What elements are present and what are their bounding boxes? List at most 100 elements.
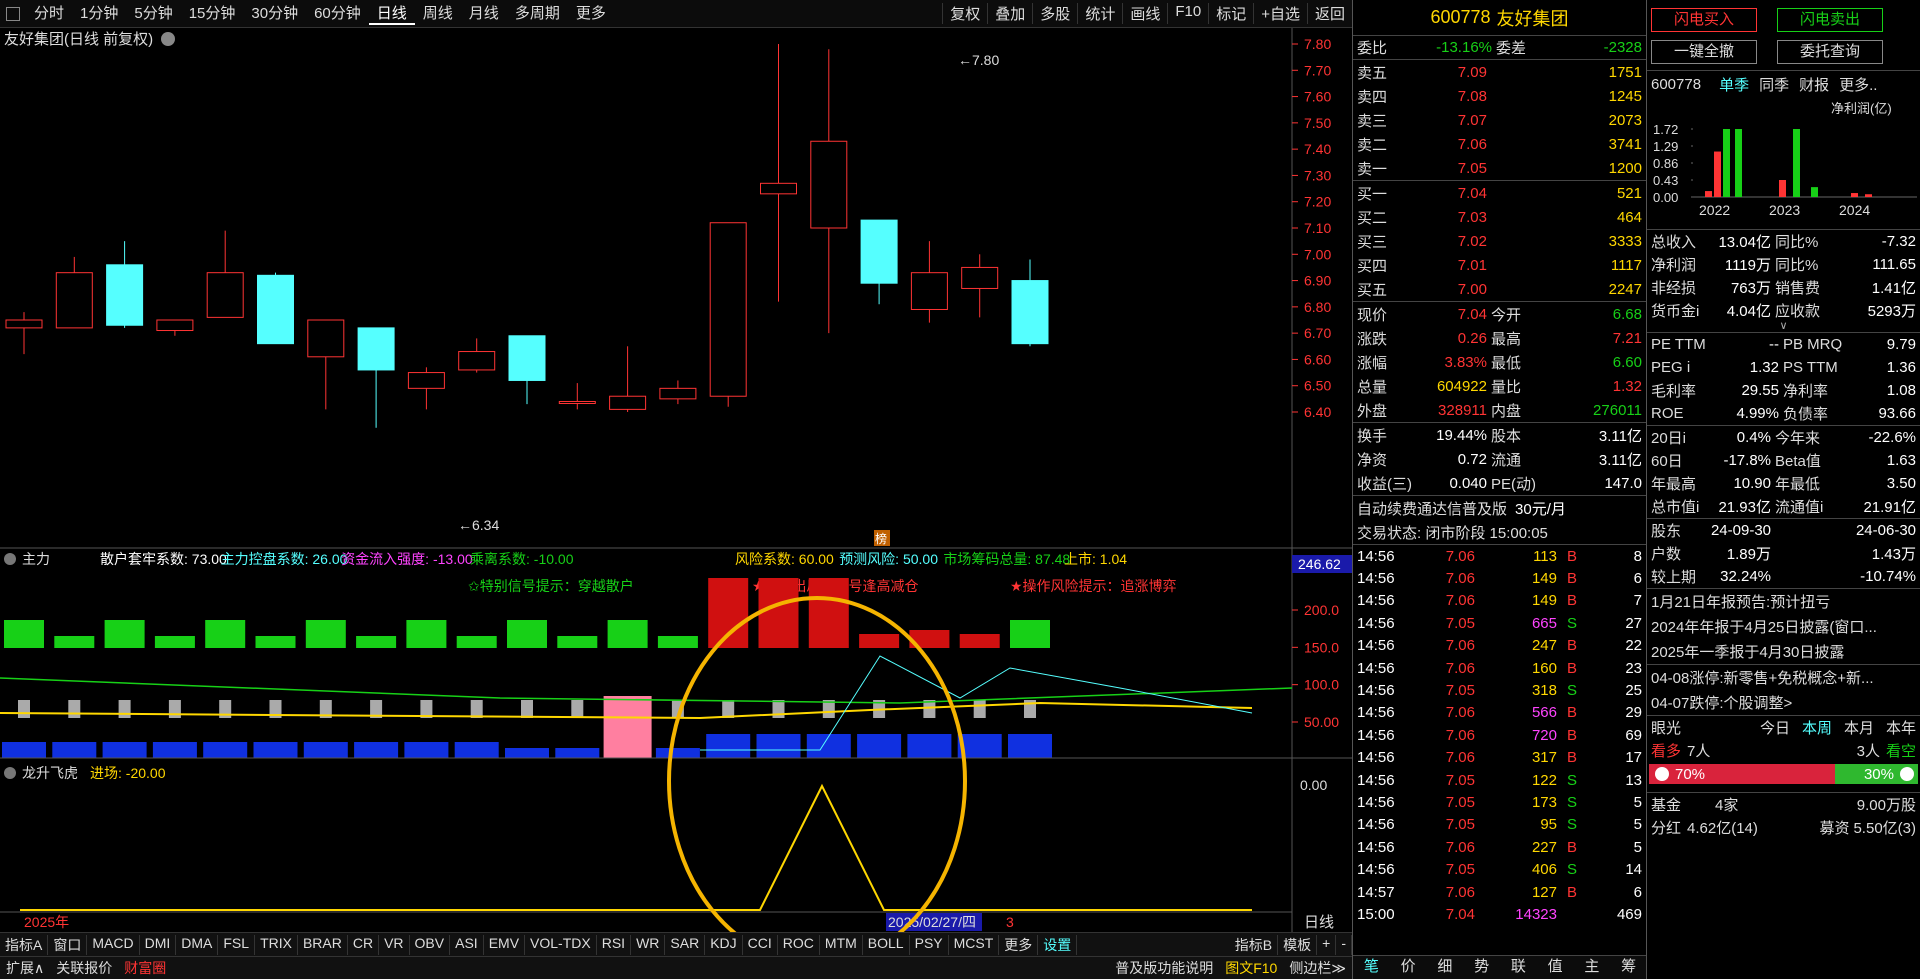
chart-area[interactable]: 友好集团(日线 前复权) 7.80 7.70 7.60 7.50 7.40 7.30 7.2… <box>0 28 1352 938</box>
ind1-menu-icon[interactable] <box>4 553 16 565</box>
news-item[interactable]: 2025年一季报于4月30日披露 <box>1647 639 1920 664</box>
indicator-tab-10[interactable]: OBV <box>410 934 451 955</box>
indicator-tab-0[interactable]: 指标A <box>0 934 49 955</box>
ext-tab-1[interactable]: 关联报价 <box>50 958 118 978</box>
indicator-tab-12[interactable]: EMV <box>484 934 526 955</box>
flash-buy-button[interactable]: 闪电买入 <box>1651 8 1757 32</box>
sentiment-bar[interactable]: 70% 30% <box>1647 762 1920 786</box>
indicator-tab-6[interactable]: TRIX <box>255 934 298 955</box>
quote-tab-6[interactable]: 主 <box>1574 956 1611 979</box>
quote-tab-4[interactable]: 联 <box>1500 956 1537 979</box>
indicator-tab-21[interactable]: BOLL <box>863 934 910 955</box>
promo-text[interactable]: 自动续费通达信普及版 <box>1357 498 1507 519</box>
tool-button-4[interactable]: 画线 <box>1122 3 1167 24</box>
ext-right-1[interactable]: 图文F10 <box>1219 958 1283 978</box>
indicator-tab-16[interactable]: SAR <box>665 934 706 955</box>
quote-tab-7[interactable]: 筹 <box>1610 956 1647 979</box>
tool-button-1[interactable]: 叠加 <box>987 3 1032 24</box>
period-tab-6[interactable]: 日线 <box>368 2 415 25</box>
tool-button-2[interactable]: 多股 <box>1032 3 1077 24</box>
period-tab-5[interactable]: 60分钟 <box>306 2 369 25</box>
tool-button-8[interactable]: 返回 <box>1306 3 1352 24</box>
indicator-tab-7[interactable]: BRAR <box>298 934 348 955</box>
indicator-tab-17[interactable]: KDJ <box>705 934 743 955</box>
quote-tab-0[interactable]: 笔 <box>1353 956 1390 979</box>
indicator-tab-22[interactable]: PSY <box>910 934 949 955</box>
indicator-right-1[interactable]: 模板 <box>1278 934 1318 955</box>
fin-tab-2[interactable]: 财报 <box>1799 74 1829 95</box>
tick-count: 5 <box>1633 838 1642 856</box>
fin-tab-1[interactable]: 同季 <box>1759 74 1789 95</box>
period-tab-7[interactable]: 周线 <box>415 2 461 25</box>
indicator-tab-24[interactable]: 更多 <box>999 934 1039 955</box>
news-item[interactable]: 2024年年报于4月25日披露(窗口... <box>1647 614 1920 639</box>
ext-tab-2[interactable]: 财富圈 <box>118 958 172 978</box>
news-list[interactable]: 1月21日年报预告:预计扭亏 2024年年报于4月25日披露(窗口... 2025年… <box>1647 589 1920 664</box>
eye-tab-2[interactable]: 本月 <box>1844 717 1874 738</box>
tool-button-5[interactable]: F10 <box>1167 3 1208 24</box>
news-item[interactable]: 1月21日年报预告:预计扭亏 <box>1647 589 1920 614</box>
ext-right-2[interactable]: 侧边栏≫ <box>1283 958 1352 978</box>
indicator-tab-23[interactable]: MCST <box>949 934 1000 955</box>
eye-tab-1[interactable]: 本周 <box>1802 717 1832 738</box>
indicator-tab-4[interactable]: DMA <box>176 934 219 955</box>
promo-price[interactable]: 30元/月 <box>1515 498 1566 519</box>
indicator-tab-20[interactable]: MTM <box>820 934 863 955</box>
tick-direction: B <box>1566 726 1577 744</box>
period-tab-4[interactable]: 30分钟 <box>243 2 306 25</box>
indicator-tab-9[interactable]: VR <box>379 934 410 955</box>
indicator-right-2[interactable]: + <box>1317 934 1337 955</box>
period-tab-9[interactable]: 多周期 <box>507 2 568 25</box>
indicator-tab-15[interactable]: WR <box>631 934 666 955</box>
flash-sell-button[interactable]: 闪电卖出 <box>1777 8 1883 32</box>
indicator-tab-5[interactable]: FSL <box>218 934 256 955</box>
fin-tab-0[interactable]: 单季 <box>1719 74 1749 95</box>
ind1-green-bar <box>255 636 296 648</box>
tool-button-7[interactable]: +自选 <box>1253 3 1307 24</box>
indicator-tab-8[interactable]: CR <box>348 934 380 955</box>
cancel-all-button[interactable]: 一键全撤 <box>1651 40 1757 64</box>
indicator-tab-1[interactable]: 窗口 <box>48 934 88 955</box>
eye-tab-0[interactable]: 今日 <box>1760 717 1790 738</box>
news2-item[interactable]: 04-08涨停:新零售+免税概念+新... <box>1647 665 1920 690</box>
indicator-tab-3[interactable]: DMI <box>140 934 177 955</box>
indicator-tab-13[interactable]: VOL-TDX <box>525 934 597 955</box>
ext-right-0[interactable]: 普及版功能说明 <box>1109 958 1219 978</box>
indicator-tab-18[interactable]: CCI <box>743 934 778 955</box>
quote-tab-1[interactable]: 价 <box>1390 956 1427 979</box>
tool-button-3[interactable]: 统计 <box>1077 3 1122 24</box>
tool-button-0[interactable]: 复权 <box>942 3 987 24</box>
period-tab-3[interactable]: 15分钟 <box>181 2 244 25</box>
tick-list[interactable]: 14:56 7.06 113 B 8 14:56 7.06 149 B 6 14:56 7.06 149… <box>1353 545 1646 926</box>
ind2-menu-icon[interactable] <box>4 767 16 779</box>
indicator-right-0[interactable]: 指标B <box>1230 934 1279 955</box>
chevron-down-icon[interactable] <box>161 32 175 46</box>
news2-item[interactable]: 04-07跌停:个股调整> <box>1647 690 1920 715</box>
quote-tab-3[interactable]: 势 <box>1463 956 1500 979</box>
order-query-button[interactable]: 委托查询 <box>1777 40 1883 64</box>
period-tab-8[interactable]: 月线 <box>461 2 507 25</box>
ext-tab-0[interactable]: 扩展∧ <box>0 958 50 978</box>
period-tab-0[interactable]: 分时 <box>26 2 72 25</box>
news-list-2[interactable]: 04-08涨停:新零售+免税概念+新... 04-07跌停:个股调整> <box>1647 665 1920 715</box>
indicator-tab-19[interactable]: ROC <box>778 934 820 955</box>
fin-tab-3[interactable]: 更多.. <box>1839 74 1877 95</box>
quote-tab-5[interactable]: 值 <box>1537 956 1574 979</box>
tick-count: 17 <box>1625 749 1642 767</box>
ind1-blue-bar <box>555 748 600 758</box>
indicator-tab-11[interactable]: ASI <box>450 934 484 955</box>
period-tab-1[interactable]: 1分钟 <box>72 2 126 25</box>
expand-chevron-icon[interactable]: ∨ <box>1647 321 1920 332</box>
indicator-tab-14[interactable]: RSI <box>597 934 632 955</box>
period-tab-10[interactable]: 更多 <box>568 2 614 25</box>
window-menu-icon[interactable] <box>6 6 20 21</box>
indicator-right-3[interactable]: - <box>1336 934 1352 955</box>
period-tab-2[interactable]: 5分钟 <box>126 2 180 25</box>
kline-chart[interactable]: 友好集团(日线 前复权) 7.80 7.70 7.60 7.50 7.40 7.30 7.2… <box>0 28 1352 932</box>
tick-count: 6 <box>1633 570 1642 588</box>
quote-tab-2[interactable]: 细 <box>1427 956 1464 979</box>
indicator-tab-25[interactable]: 设置 <box>1038 934 1078 955</box>
tool-button-6[interactable]: 标记 <box>1208 3 1253 24</box>
eye-tab-3[interactable]: 本年 <box>1886 717 1916 738</box>
indicator-tab-2[interactable]: MACD <box>87 934 140 955</box>
